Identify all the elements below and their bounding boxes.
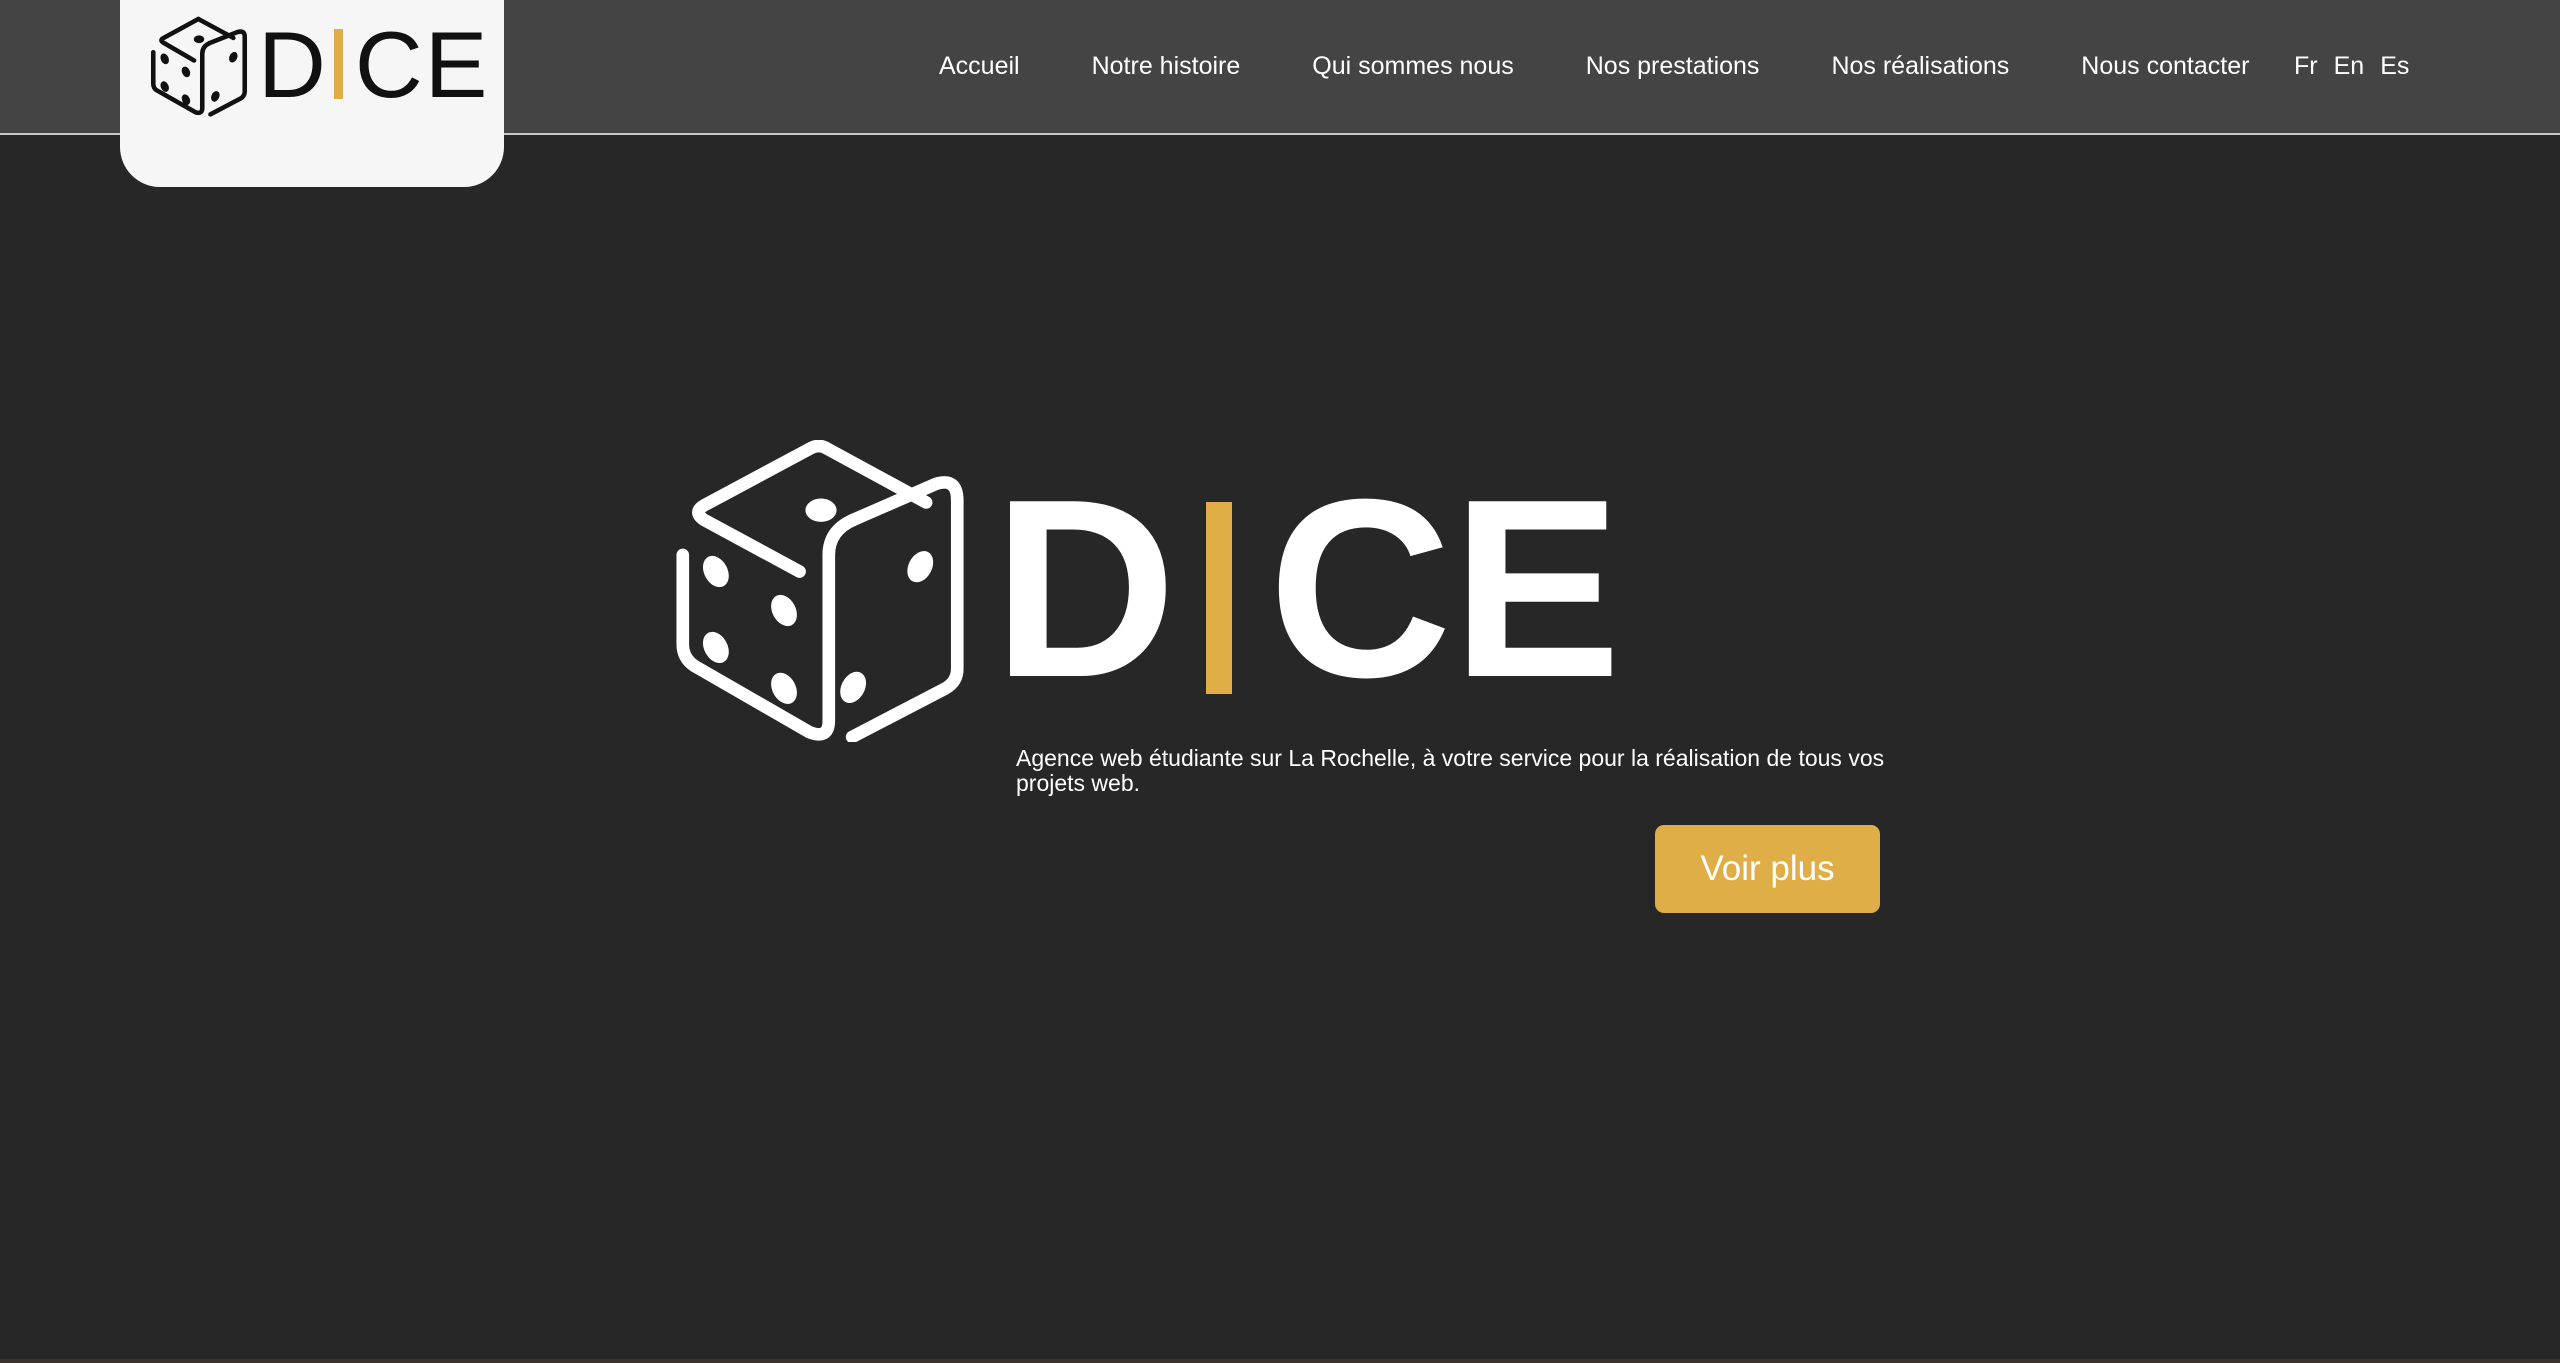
site-logo[interactable]: D CE — [120, 0, 504, 187]
language-switcher: Fr En Es — [2294, 0, 2409, 132]
site-header: D CE Accueil Notre histoire Qui sommes no… — [0, 0, 2560, 187]
logo-wordmark-right: CE — [354, 12, 490, 117]
dice-icon — [676, 440, 964, 742]
nav-item-notre-histoire[interactable]: Notre histoire — [1092, 52, 1241, 81]
hero-title-right: CE — [1268, 446, 1622, 730]
lang-fr[interactable]: Fr — [2294, 52, 2318, 81]
lang-es[interactable]: Es — [2380, 52, 2409, 81]
logo-accent-bar — [333, 29, 343, 99]
nav-item-accueil[interactable]: Accueil — [939, 52, 1020, 81]
nav-item-nos-realisations[interactable]: Nos réalisations — [1831, 52, 2009, 81]
page-bottom-divider — [0, 1359, 2560, 1363]
lang-en[interactable]: En — [2334, 52, 2365, 81]
nav-item-qui-sommes-nous[interactable]: Qui sommes nous — [1312, 52, 1513, 81]
logo-wordmark: D CE — [258, 14, 489, 116]
nav-item-nos-prestations[interactable]: Nos prestations — [1586, 52, 1760, 81]
hero-title-left: D — [993, 446, 1177, 730]
hero-tagline: Agence web étudiante sur La Rochelle, à … — [1016, 745, 1885, 796]
hero-title: D CE — [993, 461, 1621, 715]
hero-accent-bar — [1206, 502, 1233, 694]
main-nav: Accueil Notre histoire Qui sommes nous N… — [939, 0, 2249, 132]
logo-wordmark-left: D — [258, 12, 328, 117]
voir-plus-button[interactable]: Voir plus — [1655, 825, 1880, 913]
nav-item-nous-contacter[interactable]: Nous contacter — [2081, 52, 2249, 81]
dice-icon — [150, 16, 248, 117]
